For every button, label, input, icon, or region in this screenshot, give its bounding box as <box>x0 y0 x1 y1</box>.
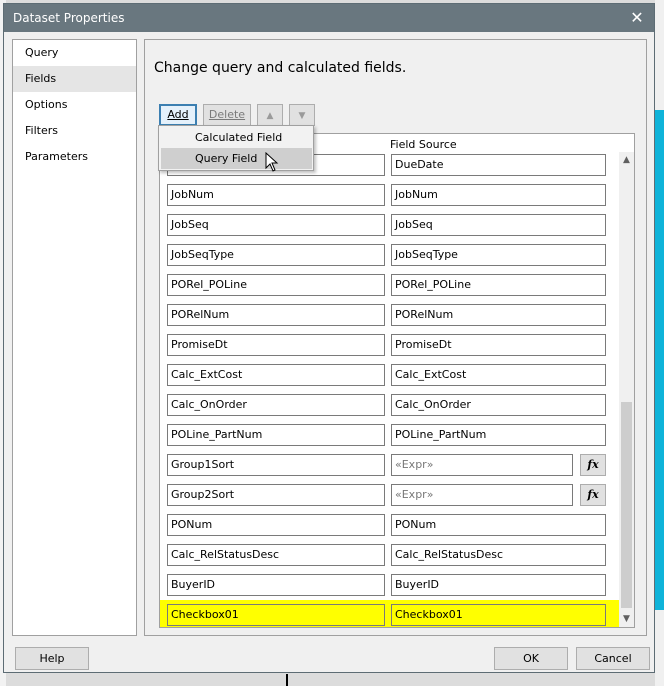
field-source-input[interactable]: «Expr» <box>391 484 573 506</box>
add-button-label: Add <box>167 108 189 121</box>
add-dropdown-menu: Calculated Field Query Field <box>158 125 314 171</box>
page-title: Change query and calculated fields. <box>154 60 407 76</box>
field-source-input[interactable]: PromiseDt <box>391 334 606 356</box>
nav-item-parameters[interactable]: Parameters <box>13 144 136 170</box>
arrow-up-icon: ▲ <box>266 111 274 121</box>
panel-header: Change query and calculated fields. <box>145 40 646 100</box>
field-name-input[interactable]: PORel_POLine <box>167 274 385 296</box>
delete-button-label: Delete <box>208 108 246 121</box>
cancel-button[interactable]: Cancel <box>576 647 650 670</box>
field-name-input[interactable]: PORelNum <box>167 304 385 326</box>
move-up-button[interactable]: ▲ <box>257 104 283 126</box>
field-name-input[interactable]: Calc_RelStatusDesc <box>167 544 385 566</box>
field-source-input[interactable]: POLine_PartNum <box>391 424 606 446</box>
table-row: Group2Sort «Expr» fx <box>160 480 620 510</box>
field-name-input[interactable]: JobSeq <box>167 214 385 236</box>
add-button[interactable]: Add <box>159 104 197 126</box>
table-row: POLine_PartNum POLine_PartNum <box>160 420 620 450</box>
field-name-input[interactable]: Calc_ExtCost <box>167 364 385 386</box>
table-row: PONum PONum <box>160 510 620 540</box>
field-name-input[interactable]: PromiseDt <box>167 334 385 356</box>
mouse-cursor-icon <box>265 152 279 172</box>
field-source-input[interactable]: PORel_POLine <box>391 274 606 296</box>
field-name-input[interactable]: Group2Sort <box>167 484 385 506</box>
table-row: Calc_OnOrder Calc_OnOrder <box>160 390 620 420</box>
menu-item-query-field[interactable]: Query Field <box>161 148 312 169</box>
field-source-input[interactable]: Calc_ExtCost <box>391 364 606 386</box>
field-source-input[interactable]: JobSeq <box>391 214 606 236</box>
field-name-input[interactable]: JobNum <box>167 184 385 206</box>
titlebar: Dataset Properties ✕ <box>4 4 654 32</box>
scroll-up-icon[interactable]: ▲ <box>619 152 634 169</box>
table-row: JobSeqType JobSeqType <box>160 240 620 270</box>
field-name-input[interactable]: Checkbox01 <box>167 604 385 626</box>
field-name-input[interactable]: Calc_OnOrder <box>167 394 385 416</box>
field-source-input[interactable]: Checkbox01 <box>391 604 606 626</box>
scroll-thumb[interactable] <box>621 402 632 608</box>
expression-fx-button[interactable]: fx <box>580 454 606 476</box>
window-title: Dataset Properties <box>13 11 125 25</box>
table-row: PORel_POLine PORel_POLine <box>160 270 620 300</box>
help-button[interactable]: Help <box>15 647 89 670</box>
scroll-down-icon[interactable]: ▼ <box>619 611 634 627</box>
field-source-input[interactable]: DueDate <box>391 154 606 176</box>
field-source-input[interactable]: JobNum <box>391 184 606 206</box>
background-divider <box>286 674 288 686</box>
nav-item-filters[interactable]: Filters <box>13 118 136 144</box>
field-name-input[interactable]: PONum <box>167 514 385 536</box>
table-row: BuyerID BuyerID <box>160 570 620 600</box>
delete-button[interactable]: Delete <box>203 104 251 126</box>
nav-item-options[interactable]: Options <box>13 92 136 118</box>
field-name-input[interactable]: Group1Sort <box>167 454 385 476</box>
field-source-input[interactable]: JobSeqType <box>391 244 606 266</box>
field-source-input[interactable]: PONum <box>391 514 606 536</box>
vertical-scrollbar[interactable]: ▲ ▼ <box>619 152 634 627</box>
field-name-input[interactable]: POLine_PartNum <box>167 424 385 446</box>
table-row: JobSeq JobSeq <box>160 210 620 240</box>
table-row: Calc_RelStatusDesc Calc_RelStatusDesc <box>160 540 620 570</box>
background-app-accent <box>655 110 664 610</box>
table-row: Group1Sort «Expr» fx <box>160 450 620 480</box>
field-source-input[interactable]: BuyerID <box>391 574 606 596</box>
field-source-input[interactable]: PORelNum <box>391 304 606 326</box>
nav-list: Query Fields Options Filters Parameters <box>12 39 137 636</box>
close-icon[interactable]: ✕ <box>626 7 648 29</box>
field-source-input[interactable]: Calc_RelStatusDesc <box>391 544 606 566</box>
field-source-input[interactable]: Calc_OnOrder <box>391 394 606 416</box>
arrow-down-icon: ▼ <box>298 111 306 121</box>
field-name-input[interactable]: BuyerID <box>167 574 385 596</box>
expression-fx-button[interactable]: fx <box>580 484 606 506</box>
menu-item-calculated-field[interactable]: Calculated Field <box>161 127 312 148</box>
field-source-input[interactable]: «Expr» <box>391 454 573 476</box>
nav-item-query[interactable]: Query <box>13 40 136 66</box>
table-row: Checkbox01 Checkbox01 <box>160 600 620 627</box>
fields-grid: Field Source DueDate JobNum JobNum JobSeq Jo… <box>159 133 635 628</box>
table-row: JobNum JobNum <box>160 180 620 210</box>
move-down-button[interactable]: ▼ <box>289 104 315 126</box>
nav-item-fields[interactable]: Fields <box>13 66 136 92</box>
table-row: PORelNum PORelNum <box>160 300 620 330</box>
dataset-properties-dialog: Dataset Properties ✕ Query Fields Option… <box>3 3 655 673</box>
ok-button[interactable]: OK <box>494 647 568 670</box>
table-row: Calc_ExtCost Calc_ExtCost <box>160 360 620 390</box>
field-name-input[interactable]: JobSeqType <box>167 244 385 266</box>
table-row: PromiseDt PromiseDt <box>160 330 620 360</box>
